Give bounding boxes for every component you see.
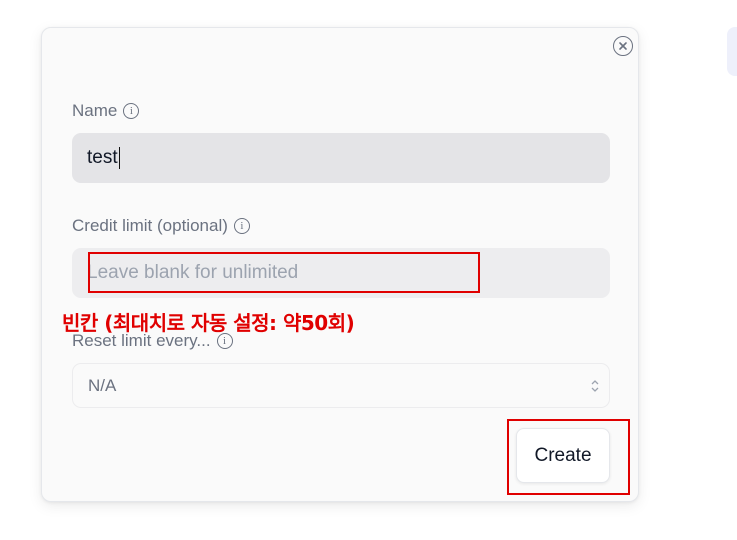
name-input-value: test (87, 147, 118, 168)
reset-limit-select[interactable]: N/A (72, 363, 610, 408)
credit-limit-placeholder: Leave blank for unlimited (87, 262, 299, 283)
background-panel-edge (727, 27, 737, 76)
chevron-up-down-icon (591, 379, 599, 393)
text-caret (118, 147, 120, 169)
info-icon[interactable]: i (123, 103, 140, 119)
credit-limit-label: Credit limit (optional) (72, 216, 228, 235)
credit-limit-input[interactable]: Leave blank for unlimited (72, 248, 610, 298)
credit-limit-label-row: Credit limit (optional) i (72, 216, 250, 236)
info-icon[interactable]: i (233, 218, 250, 234)
reset-limit-value: N/A (88, 375, 117, 395)
close-icon[interactable] (613, 36, 633, 56)
create-key-dialog: Name i test Credit limit (optional) i Le… (41, 27, 639, 502)
annotation-note: 빈칸 (최대치로 자동 설정: 약50회) (62, 311, 355, 335)
name-label: Name (72, 101, 118, 120)
name-input[interactable]: test (72, 133, 610, 183)
name-label-row: Name i (72, 101, 140, 121)
create-button[interactable]: Create (516, 428, 610, 483)
